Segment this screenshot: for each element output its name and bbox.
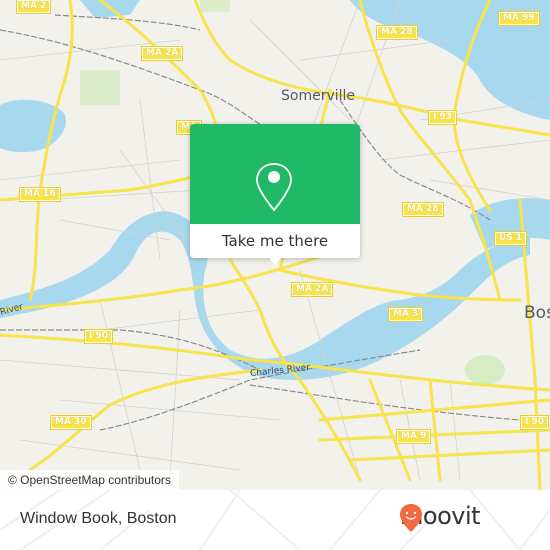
place-title: Window Book, Boston [20, 510, 177, 527]
popup-pointer [268, 257, 282, 265]
road-shield-ma3: MA 3 [387, 307, 424, 322]
moovit-pin-icon [400, 504, 422, 532]
road-shield-ma2a: MA 2A [140, 46, 184, 61]
take-me-there-button[interactable]: Take me there [190, 224, 360, 258]
road-shield-ma28: MA 28 [376, 25, 418, 40]
park-2 [200, 0, 230, 12]
map-view[interactable]: MA 2 MA 2A MA 28 MA 99 I 93 MA MA 16 MA … [0, 0, 550, 490]
road-shield-ma30: MA 30 [50, 415, 92, 430]
place-label-somerville: Somerville [281, 88, 356, 104]
road-shield-ma9: MA 9 [395, 429, 432, 444]
road-shield-ma2: MA 2 [15, 0, 52, 14]
footer-bar: Window Book, Boston moovit [0, 490, 550, 550]
park-common [465, 355, 505, 385]
park-1 [80, 70, 120, 105]
moovit-logo[interactable]: moovit [398, 502, 481, 532]
place-label-boston: Bos [524, 303, 550, 323]
road-shield-i93: I 93 [427, 110, 458, 125]
road-shield-i90-west: I 90 [83, 329, 114, 344]
road-shield-us1: US 1 [493, 231, 528, 246]
road-shield-ma99: MA 99 [498, 11, 540, 26]
map-attribution[interactable]: © OpenStreetMap contributors [0, 470, 179, 490]
popup-header [190, 124, 360, 224]
road-shield-i90-east: I 90 [519, 415, 550, 430]
location-pin-icon [256, 163, 292, 212]
road-shield-ma2a-center: MA 2A [290, 282, 334, 297]
road-shield-ma28-south: MA 28 [402, 202, 444, 217]
road-shield-ma16: MA 16 [19, 187, 61, 202]
location-popup: Take me there [190, 124, 360, 265]
